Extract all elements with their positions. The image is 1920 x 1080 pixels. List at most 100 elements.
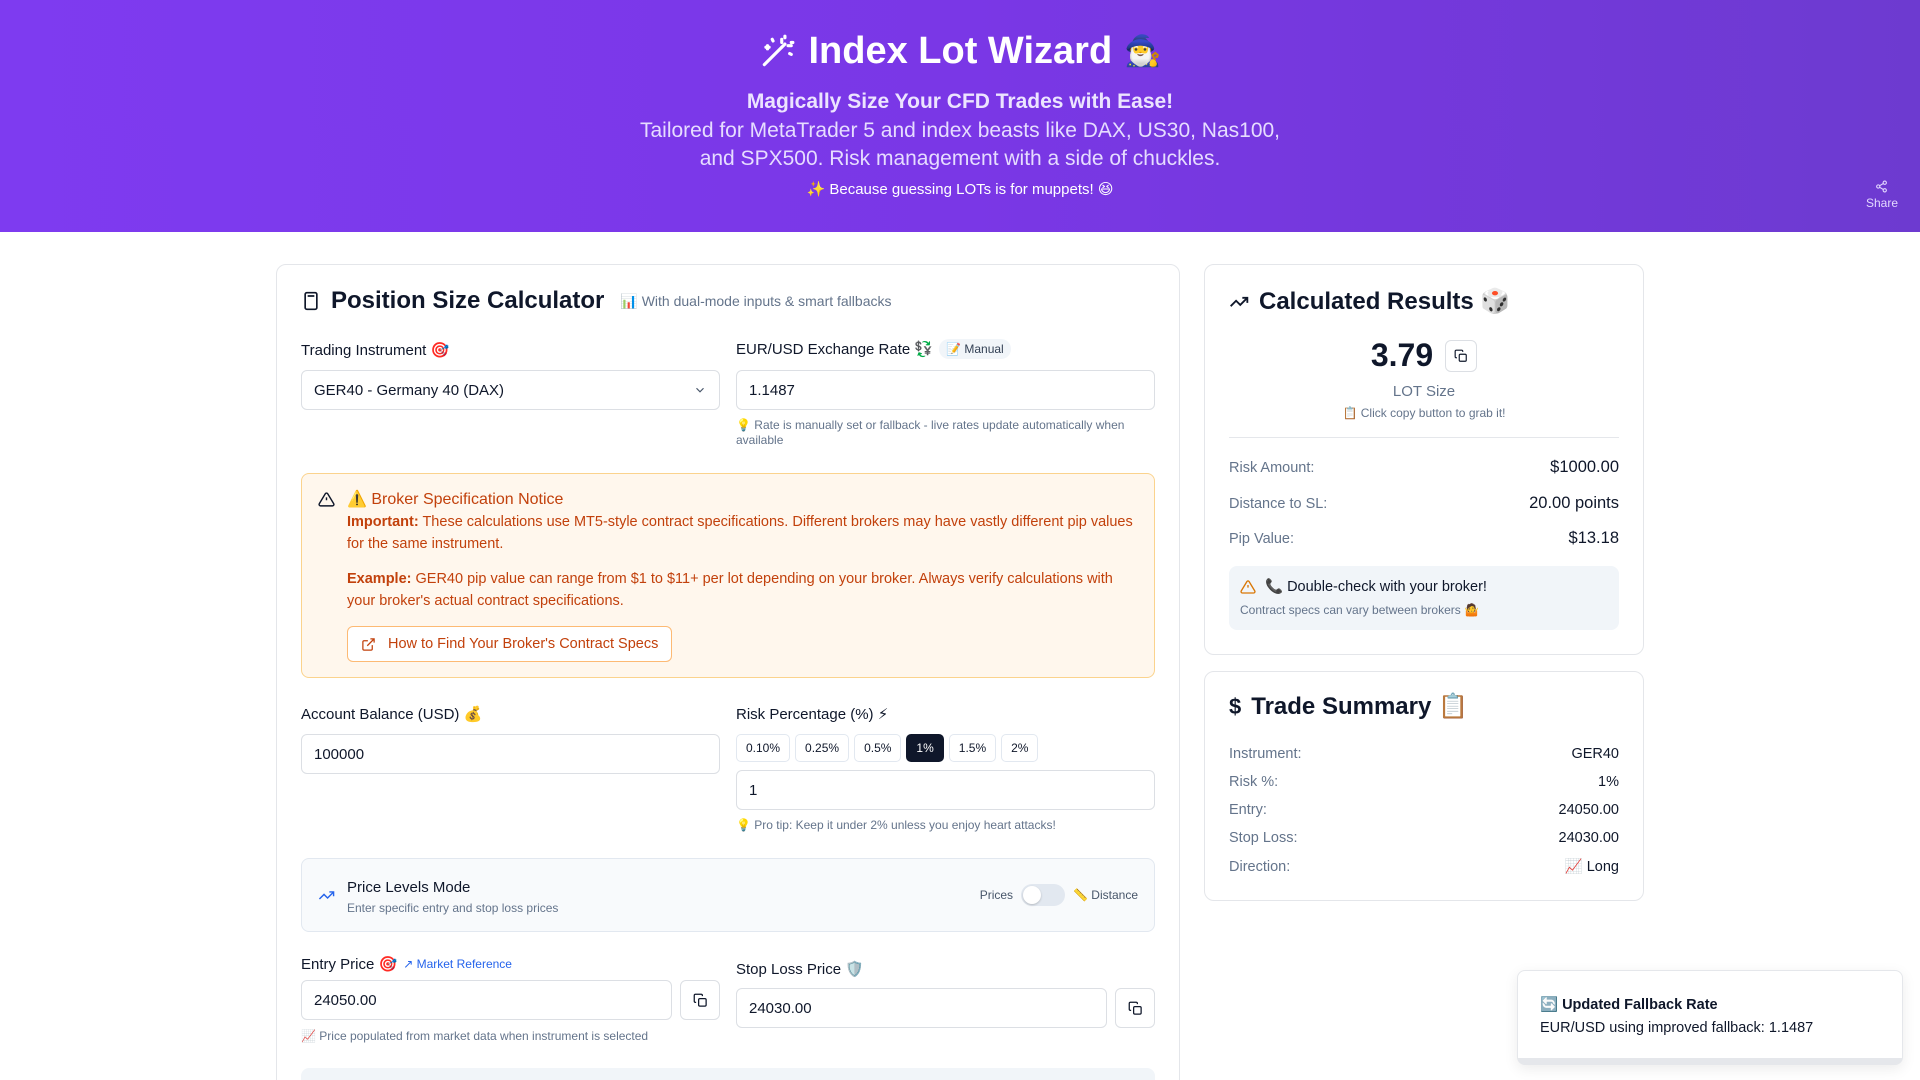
lot-size-hint: 📋 Click copy button to grab it! xyxy=(1342,406,1506,420)
entry-label-row: Entry Price 🎯 ↗ Market Reference xyxy=(301,955,512,973)
copy-lot-button[interactable] xyxy=(1445,339,1478,372)
rate-hint: 💡 Rate is manually set or fallback - liv… xyxy=(736,418,1125,447)
calculated-results-card: Calculated Results 🎲 3.79 LOT Size 📋 Cli… xyxy=(1204,264,1644,655)
copy-icon xyxy=(1454,349,1467,362)
result-row: Risk Amount: $1000.00 xyxy=(1229,458,1619,477)
toast-message: EUR/USD using improved fallback: 1.1487 xyxy=(1540,1020,1814,1036)
notice-title: ⚠️ Broker Specification Notice xyxy=(347,491,564,508)
summary-row-label: Entry: xyxy=(1229,802,1267,818)
result-row-label: Risk Amount: xyxy=(1229,459,1315,476)
stop-loss-input[interactable]: 24030.00 xyxy=(736,988,1107,1028)
risk-hint: 💡 Pro tip: Keep it under 2% unless you e… xyxy=(736,818,1056,832)
warning-title: 📞 Double-check with your broker! xyxy=(1265,579,1487,595)
hero-subtitle: Magically Size Your CFD Trades with Ease… xyxy=(746,90,1174,113)
calculator-title: Position Size Calculator xyxy=(331,287,605,314)
summary-title-row: $ Trade Summary 📋 xyxy=(1229,692,1468,721)
copy-stop-loss-button[interactable] xyxy=(1115,988,1155,1028)
account-balance-input[interactable]: 100000 xyxy=(301,734,720,774)
next-panel-edge xyxy=(301,1068,1155,1080)
notice-important-text: These calculations use MT5-style contrac… xyxy=(347,514,1133,552)
dollar-icon: $ xyxy=(1229,693,1242,719)
trending-up-icon xyxy=(1230,296,1249,307)
warning-text: Contract specs can vary between brokers … xyxy=(1240,603,1480,617)
calculator-subtitle: 📊 With dual-mode inputs & smart fallback… xyxy=(620,292,892,309)
trade-summary-card: $ Trade Summary 📋 Instrument: GER40 Risk %… xyxy=(1204,671,1644,901)
mode-toggle-switch[interactable] xyxy=(1021,884,1066,906)
result-row: Distance to SL: 20.00 points xyxy=(1229,494,1619,513)
entry-hint: 📈 Price populated from market data when … xyxy=(301,1029,649,1043)
broker-specs-link-label: How to Find Your Broker's Contract Specs xyxy=(388,636,659,652)
result-row: Pip Value: $13.18 xyxy=(1229,529,1619,548)
summary-row-label: Instrument: xyxy=(1229,746,1302,762)
notice-important: Important: These calculations use MT5-st… xyxy=(347,511,1137,555)
mode-prices-label: Prices xyxy=(979,888,1014,902)
risk-chip[interactable]: 0.10% xyxy=(736,734,791,762)
mode-description: Enter specific entry and stop loss price… xyxy=(347,901,559,915)
notice-important-label: Important: xyxy=(347,514,419,530)
app-title-text: Index Lot Wizard xyxy=(808,30,1113,72)
summary-row-value: 24030.00 xyxy=(1558,830,1619,846)
exchange-rate-input[interactable]: 1.1487 xyxy=(736,370,1155,410)
result-row-value: $13.18 xyxy=(1568,529,1619,547)
share-button[interactable]: Share xyxy=(1866,180,1898,210)
result-row-label: Distance to SL: xyxy=(1229,495,1328,512)
market-reference-link[interactable]: ↗ Market Reference xyxy=(403,957,512,971)
price-mode-panel: Price Levels Mode Enter specific entry a… xyxy=(301,858,1155,932)
risk-label: Risk Percentage (%) ⚡ xyxy=(736,706,889,723)
magic-wand-icon xyxy=(763,34,795,66)
wizard-emoji: 🧙‍♂️ xyxy=(1124,35,1162,68)
balance-label: Account Balance (USD) 💰 xyxy=(301,706,483,723)
summary-row-value: 1% xyxy=(1598,774,1619,790)
chevron-down-icon xyxy=(696,387,704,393)
summary-row-value: 📈 Long xyxy=(1564,859,1619,875)
risk-chip[interactable]: 0.25% xyxy=(795,734,850,762)
summary-row-label: Stop Loss: xyxy=(1229,830,1298,846)
risk-chip[interactable]: 2% xyxy=(1001,734,1039,762)
risk-percentage-input[interactable]: 1 xyxy=(736,770,1155,810)
summary-row: Risk %: 1% xyxy=(1229,774,1619,790)
rate-label-row: EUR/USD Exchange Rate 💱 📝 Manual xyxy=(736,339,1011,359)
risk-chip[interactable]: 1% xyxy=(906,734,944,762)
toast-title: 🔄 Updated Fallback Rate xyxy=(1540,997,1718,1013)
risk-chip[interactable]: 0.5% xyxy=(854,734,902,762)
mode-toggle-group: Prices 📏 Distance xyxy=(980,884,1138,906)
rate-label: EUR/USD Exchange Rate 💱 xyxy=(736,341,934,358)
lot-size-value: 3.79 xyxy=(1370,337,1434,373)
instrument-select[interactable]: GER40 - Germany 40 (DAX) xyxy=(301,370,720,410)
hero-tagline: ✨ Because guessing LOTs is for muppets! … xyxy=(806,181,1114,198)
notice-example: Example: GER40 pip value can range from … xyxy=(347,568,1137,612)
results-divider xyxy=(1229,437,1619,438)
share-icon xyxy=(1876,180,1888,193)
warning-triangle-icon xyxy=(1240,580,1256,594)
notice-example-text: GER40 pip value can range from $1 to $11… xyxy=(347,571,1113,609)
mode-title: Price Levels Mode xyxy=(347,879,471,896)
summary-row-value: GER40 xyxy=(1571,746,1619,762)
summary-row: Entry: 24050.00 xyxy=(1229,802,1619,818)
calculator-title-row: Position Size Calculator 📊 With dual-mod… xyxy=(301,287,891,315)
summary-row-label: Risk %: xyxy=(1229,774,1279,790)
summary-row: Stop Loss: 24030.00 xyxy=(1229,830,1619,846)
summary-title: Trade Summary 📋 xyxy=(1251,693,1468,720)
broker-check-warning: 📞 Double-check with your broker! Contrac… xyxy=(1229,566,1619,630)
share-label: Share xyxy=(1865,196,1898,210)
summary-row: Instrument: GER40 xyxy=(1229,746,1619,762)
rate-mode-badge: 📝 Manual xyxy=(939,339,1011,359)
result-row-value: $1000.00 xyxy=(1550,458,1619,476)
risk-chip[interactable]: 1.5% xyxy=(948,734,997,762)
hero-description: Tailored for MetaTrader 5 and index beas… xyxy=(639,119,1281,170)
external-link-icon xyxy=(362,637,375,651)
copy-icon xyxy=(693,993,707,1007)
copy-entry-button[interactable] xyxy=(680,980,720,1020)
broker-specs-link-button[interactable]: How to Find Your Broker's Contract Specs xyxy=(347,626,673,662)
trending-up-icon xyxy=(318,891,335,900)
entry-label: Entry Price 🎯 xyxy=(301,956,398,973)
instrument-label: Trading Instrument 🎯 xyxy=(301,342,450,359)
summary-row: Direction: 📈 Long xyxy=(1229,858,1619,876)
hero-banner: Index Lot Wizard 🧙‍♂️ Magically Size You… xyxy=(0,0,1920,232)
app-title: Index Lot Wizard 🧙‍♂️ xyxy=(0,30,1920,73)
entry-price-input[interactable]: 24050.00 xyxy=(301,980,672,1020)
fallback-rate-toast: 🔄 Updated Fallback Rate EUR/USD using im… xyxy=(1517,970,1903,1065)
result-row-value: 20.00 points xyxy=(1529,494,1619,512)
copy-icon xyxy=(1128,1001,1142,1015)
result-row-label: Pip Value: xyxy=(1229,530,1295,547)
